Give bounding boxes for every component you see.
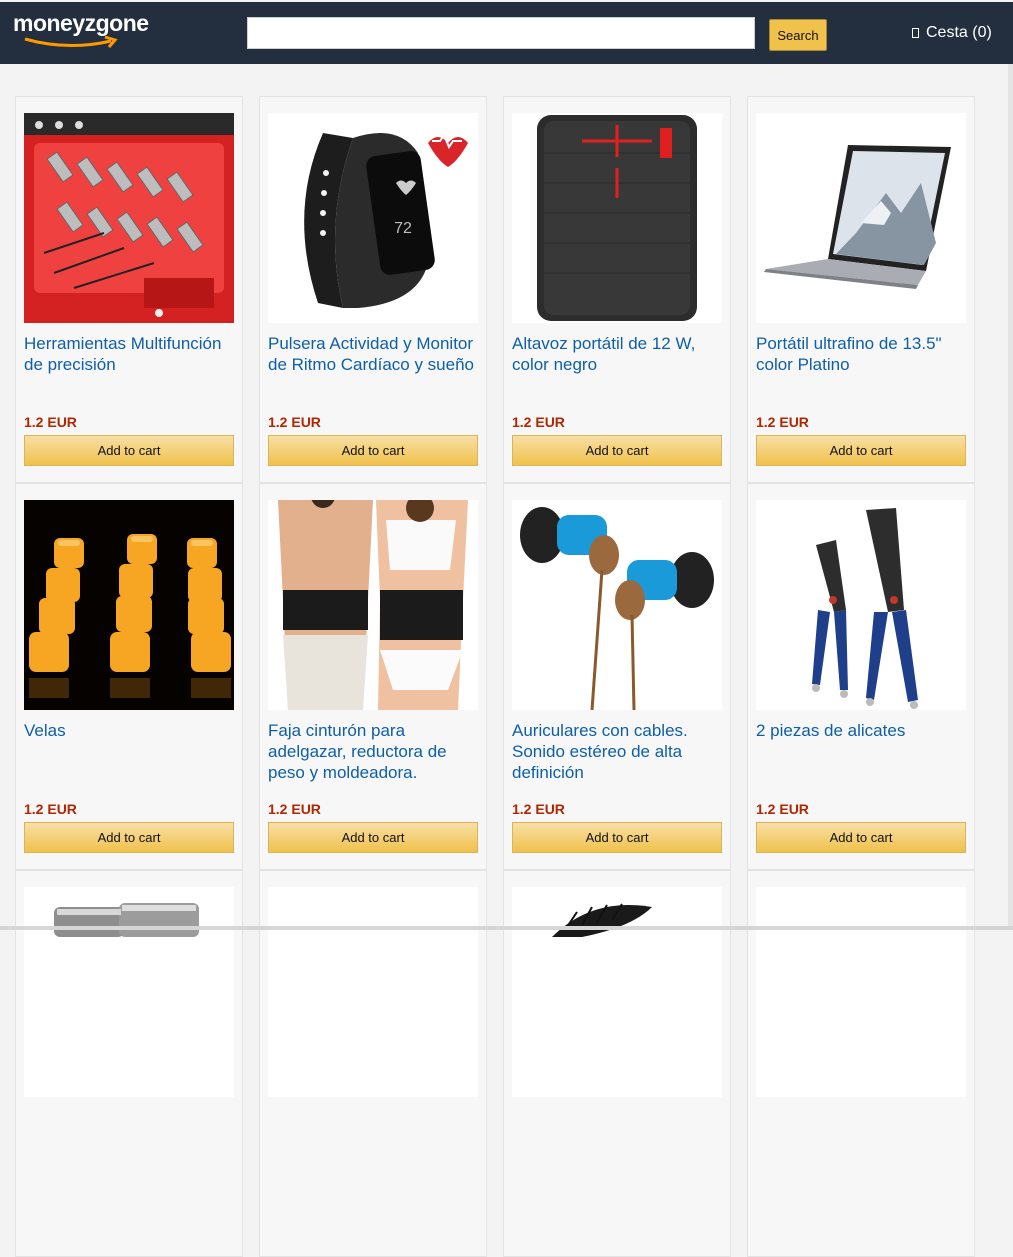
product-image-earphones[interactable] — [512, 500, 722, 710]
add-to-cart-button[interactable]: Add to cart — [24, 822, 234, 853]
product-price: 1.2 EUR — [756, 801, 809, 817]
product-title[interactable]: Pulsera Actividad y Monitor de Ritmo Car… — [268, 333, 480, 375]
product-image-placeholder[interactable] — [756, 887, 966, 1097]
product-card: 72 Pulsera Actividad y Monitor de Ritmo … — [259, 96, 487, 483]
product-title[interactable]: Altavoz portátil de 12 W, color negro — [512, 333, 724, 375]
add-to-cart-button[interactable]: Add to cart — [24, 435, 234, 466]
product-title[interactable]: Auriculares con cables. Sonido estéreo d… — [512, 720, 724, 783]
product-price: 1.2 EUR — [24, 414, 77, 430]
product-card: Herramientas Multifunción de precisión 1… — [15, 96, 243, 483]
product-price: 1.2 EUR — [756, 414, 809, 430]
product-card: Auriculares con cables. Sonido estéreo d… — [503, 483, 731, 870]
product-title[interactable]: Herramientas Multifunción de precisión — [24, 333, 236, 375]
search-input[interactable] — [247, 17, 755, 49]
brand-name: moneyzgone — [13, 10, 149, 36]
product-card: 2 piezas de alicates 1.2 EUR Add to cart — [747, 483, 975, 870]
product-title[interactable]: 2 piezas de alicates — [756, 720, 968, 741]
cart-label: Cesta (0) — [926, 24, 992, 41]
product-image-waist-belt[interactable] — [268, 500, 478, 710]
add-to-cart-button[interactable]: Add to cart — [512, 822, 722, 853]
product-price: 1.2 EUR — [268, 414, 321, 430]
product-card: Portátil ultrafino de 13.5" color Platin… — [747, 96, 975, 483]
add-to-cart-button[interactable]: Add to cart — [756, 822, 966, 853]
product-image-fitness-band[interactable]: 72 — [268, 113, 478, 323]
add-to-cart-button[interactable]: Add to cart — [512, 435, 722, 466]
product-image-placeholder[interactable] — [268, 887, 478, 1097]
product-image-screwdriver-set[interactable] — [24, 113, 234, 323]
add-to-cart-button[interactable]: Add to cart — [268, 435, 478, 466]
product-image-candles[interactable] — [24, 500, 234, 710]
product-card: Velas 1.2 EUR Add to cart — [15, 483, 243, 870]
product-image-laptop[interactable] — [756, 113, 966, 323]
product-title[interactable]: Faja cinturón para adelgazar, reductora … — [268, 720, 480, 783]
product-price: 1.2 EUR — [512, 801, 565, 817]
product-image-brush[interactable] — [512, 887, 722, 1097]
search-button[interactable]: Search — [769, 19, 827, 51]
brand-logo[interactable]: moneyzgone — [13, 10, 163, 56]
add-to-cart-button[interactable]: Add to cart — [268, 822, 478, 853]
product-price: 1.2 EUR — [512, 414, 565, 430]
product-image-pliers[interactable] — [756, 500, 966, 710]
scrollbar[interactable] — [1008, 64, 1013, 930]
product-card: Faja cinturón para adelgazar, reductora … — [259, 483, 487, 870]
product-card: Altavoz portátil de 12 W, color negro 1.… — [503, 96, 731, 483]
product-title[interactable]: Portátil ultrafino de 13.5" color Platin… — [756, 333, 968, 375]
product-title[interactable]: Velas — [24, 720, 236, 741]
cart-icon — [912, 28, 919, 38]
add-to-cart-button[interactable]: Add to cart — [756, 435, 966, 466]
product-image-speaker[interactable] — [512, 113, 722, 323]
product-price: 1.2 EUR — [268, 801, 321, 817]
band-display-number: 72 — [394, 220, 412, 237]
product-price: 1.2 EUR — [24, 801, 77, 817]
smile-arrow-icon — [24, 35, 118, 48]
cart-link[interactable]: Cesta (0) — [912, 24, 992, 42]
horizontal-scrollbar[interactable] — [0, 926, 1013, 930]
product-image-cups[interactable] — [24, 887, 234, 1097]
top-bar: moneyzgone Search Cesta (0) — [0, 2, 1013, 64]
